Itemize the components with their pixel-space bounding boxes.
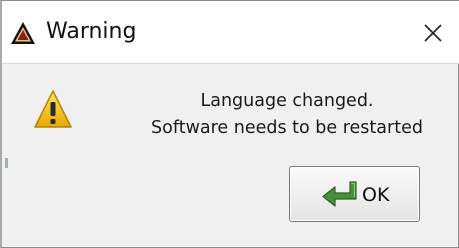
edge-mark bbox=[5, 158, 8, 168]
warning-dialog: Warning Language changed. Software needs… bbox=[0, 0, 459, 248]
dialog-title: Warning bbox=[46, 19, 137, 44]
close-button[interactable] bbox=[415, 15, 451, 51]
message-line-1: Language changed. bbox=[200, 91, 374, 111]
ok-button[interactable]: OK bbox=[289, 166, 420, 222]
ok-label: OK bbox=[362, 184, 390, 206]
dialog-body: Language changed. Software needs to be r… bbox=[2, 64, 459, 247]
message-line-2: Software needs to be restarted bbox=[151, 118, 423, 138]
close-icon bbox=[424, 24, 442, 42]
warning-icon bbox=[34, 90, 72, 128]
green-arrow-icon bbox=[322, 181, 357, 207]
warning-triangle-icon bbox=[11, 22, 35, 44]
title-bar[interactable]: Warning bbox=[2, 1, 459, 64]
